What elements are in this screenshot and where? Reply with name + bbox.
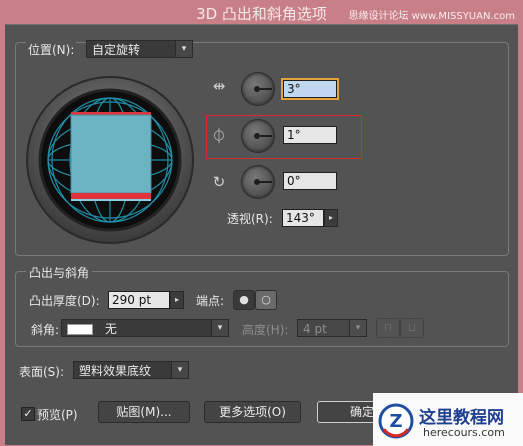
x-rotation-input[interactable]: 3°	[281, 78, 339, 100]
bevel-extent-out-icon[interactable]: ⊓	[376, 318, 400, 338]
bevel-dropdown-value: 无	[104, 322, 117, 336]
bevel-label: 斜角:	[31, 323, 60, 337]
watermark-badge: Z 这里教程网 herecours.com	[373, 393, 523, 446]
bevel-extent-in-icon[interactable]: ⊔	[400, 318, 424, 338]
watermark-logo-graphic: Z	[378, 403, 414, 439]
surface-dropdown[interactable]: 塑料效果底纹 ▾	[73, 361, 189, 379]
preview-label: 预览(P)	[37, 408, 78, 422]
bevel-dropdown[interactable]: 无 ▾	[61, 319, 229, 337]
cap-label: 端点:	[196, 294, 225, 308]
x-rotation-dial[interactable]	[241, 72, 275, 106]
cap-off-button[interactable]: ○	[255, 290, 277, 310]
z-rotation-dial[interactable]	[241, 165, 275, 199]
y-axis-rotate-icon: ⏀	[211, 127, 227, 145]
watermark-logo-letter: Z	[389, 411, 402, 432]
watermark-logo: Z	[378, 403, 414, 439]
perspective-input[interactable]: 143°	[282, 209, 324, 227]
surface-label: 表面(S):	[19, 365, 65, 379]
position-dropdown-value: 自定旋转	[92, 43, 141, 57]
z-rotation-input[interactable]: 0°	[283, 172, 337, 190]
bevel-height-value: 4 pt	[303, 322, 327, 336]
more-options-button[interactable]: 更多选项(O)	[204, 401, 301, 423]
surface-dropdown-value: 塑料效果底纹	[79, 364, 152, 378]
dial-dot	[254, 133, 260, 139]
y-rotation-dial[interactable]	[241, 119, 275, 153]
dial-dot	[254, 179, 260, 185]
position-dropdown[interactable]: 自定旋转 ▾	[86, 40, 193, 58]
watermark-site-url: herecours.com	[423, 426, 505, 439]
extrude-depth-input[interactable]: 290 pt	[108, 291, 170, 309]
watermark-site-title: 这里教程网	[419, 408, 504, 428]
dial-dot	[254, 86, 260, 92]
track-cube[interactable]	[25, 75, 195, 245]
chevron-down-icon: ▾	[171, 362, 188, 378]
extrude-depth-label: 凸出厚度(D):	[29, 294, 100, 308]
perspective-label: 透视(R):	[227, 212, 273, 226]
bevel-swatch	[67, 324, 93, 335]
bevel-height-label: 高度(H):	[242, 323, 289, 337]
z-axis-rotate-icon: ↻	[212, 173, 226, 191]
cap-on-button[interactable]: ●	[233, 290, 255, 310]
bevel-height-dropdown[interactable]: 4 pt ▾	[297, 319, 367, 337]
watermark-top: 思缘设计论坛 www.MISSYUAN.com	[348, 11, 515, 22]
perspective-slider-arrow[interactable]: ▸	[324, 209, 338, 227]
chevron-down-icon: ▾	[349, 320, 366, 336]
extrude-section-label: 凸出与斜角	[26, 264, 93, 281]
x-axis-rotate-icon: ⇹	[212, 77, 226, 95]
chevron-down-icon: ▾	[175, 41, 192, 57]
y-rotation-input[interactable]: 1°	[283, 126, 337, 144]
extrude-depth-arrow[interactable]: ▸	[170, 291, 184, 309]
preview-checkbox[interactable]: ✓	[21, 407, 35, 421]
map-button[interactable]: 贴图(M)...	[98, 401, 190, 423]
dialog-body: 位置(N): 自定旋转 ▾ ⇹ 3° ⏀ 1° ↻ 0° 透视(R): 143°…	[5, 24, 518, 445]
chevron-down-icon: ▾	[211, 320, 228, 336]
track-cube-graphic	[26, 76, 194, 244]
position-label: 位置(N):	[26, 41, 77, 58]
